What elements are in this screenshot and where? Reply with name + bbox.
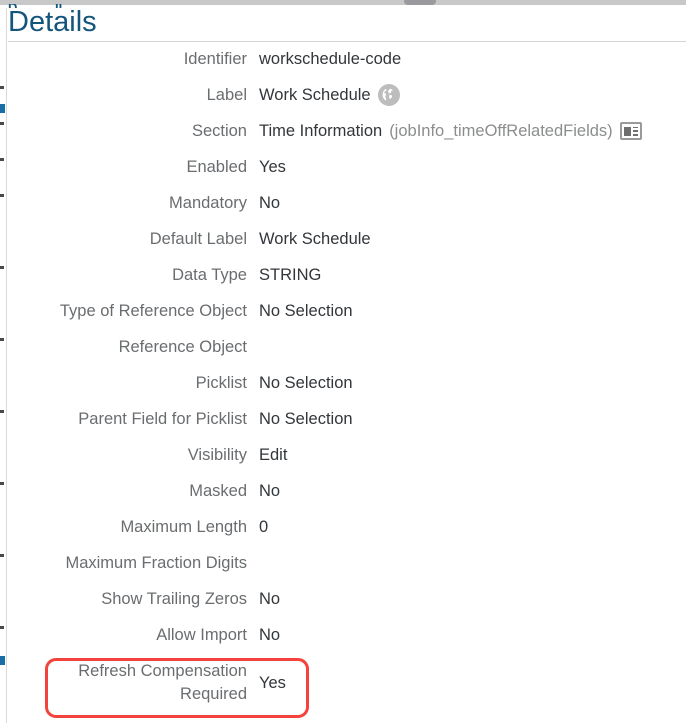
detail-row-value-text: STRING [259, 266, 322, 284]
detail-row: Identifier workschedule-code [8, 42, 686, 78]
detail-row-label: Data Type [172, 266, 247, 284]
detail-row-label: Label [206, 86, 247, 104]
detail-row-label: Enabled [186, 158, 247, 176]
detail-row-value-text: No [259, 626, 281, 644]
detail-row-value-text: Edit [259, 446, 288, 464]
detail-row-value: No Selection [259, 402, 686, 430]
detail-row-label: Default Label [149, 230, 247, 248]
detail-row-value [259, 546, 686, 552]
detail-row: Allow Import No [8, 618, 686, 654]
detail-row-value: STRING [259, 258, 686, 286]
rail-tick [0, 482, 4, 485]
detail-row-label: Section [191, 122, 247, 140]
detail-row-value-text: No Selection [259, 374, 353, 392]
detail-row-value-text: No Selection [259, 410, 353, 428]
rail-selection-accent [0, 104, 5, 113]
rail-selection-accent [0, 656, 5, 665]
detail-row-value: Time Information (jobInfo_timeOffRelatedF… [259, 114, 686, 142]
detail-row: Reference Object [8, 330, 686, 366]
detail-row: Section Time Information (jobInfo_timeOffR… [8, 114, 686, 150]
detail-row: Type of Reference Object No Selection [8, 294, 686, 330]
detail-row-value: Yes [259, 150, 686, 178]
detail-row-value: No [259, 474, 686, 502]
detail-row-value: Yes [259, 672, 686, 694]
rail-tick [0, 266, 4, 269]
page-title: Details [8, 6, 97, 38]
detail-row-label: Type of Reference Object [59, 302, 247, 320]
detail-row-label: Masked [189, 482, 247, 500]
detail-row-value-text: No [259, 482, 281, 500]
detail-row: Maximum Length 0 [8, 510, 686, 546]
detail-row-label: Identifier [183, 50, 247, 68]
rail-tick [0, 410, 4, 413]
detail-row: Data Type STRING [8, 258, 686, 294]
detail-row: Maximum Fraction Digits [8, 546, 686, 582]
detail-row-value: No [259, 582, 686, 610]
clipped-tree-rail [0, 8, 8, 723]
detail-row-value-text: No Selection [259, 302, 353, 320]
detail-row-label: Picklist [195, 374, 247, 392]
rail-tick [0, 122, 4, 125]
detail-view-icon[interactable] [619, 122, 642, 140]
detail-row: Show Trailing Zeros No [8, 582, 686, 618]
detail-view-icon-block [623, 126, 631, 136]
detail-row-value-text: Work Schedule [259, 230, 371, 248]
detail-row: Enabled Yes [8, 150, 686, 186]
detail-row-value: workschedule-code [259, 42, 686, 70]
rail-divider [6, 8, 7, 723]
detail-row-value: 0 [259, 510, 686, 538]
detail-row-value-text: Work Schedule [259, 86, 371, 104]
detail-row-value-text: Time Information [259, 122, 383, 140]
detail-row: Picklist No Selection [8, 366, 686, 402]
detail-row-value [259, 330, 686, 336]
detail-row-value: No Selection [259, 294, 686, 322]
detail-row: Default Label Work Schedule [8, 222, 686, 258]
detail-row-label: Maximum Length [120, 518, 247, 536]
detail-row-label: Reference Object [118, 338, 247, 356]
rail-tick [0, 194, 4, 197]
detail-row: Masked No [8, 474, 686, 510]
detail-view-icon-lines [632, 126, 638, 136]
detail-row-label: Parent Field for Picklist [78, 410, 247, 428]
detail-row-value: No Selection [259, 366, 686, 394]
rail-tick [0, 338, 4, 341]
detail-row: Visibility Edit [8, 438, 686, 474]
detail-row-value-text: Yes [259, 158, 286, 176]
detail-row: Label Work Schedule [8, 78, 686, 114]
detail-row-label: Allow Import [156, 626, 247, 644]
detail-row-value: Work Schedule [259, 78, 686, 106]
detail-row-value: No [259, 186, 686, 214]
detail-row: Mandatory No [8, 186, 686, 222]
detail-row-value-suffix: (jobInfo_timeOffRelatedFields) [389, 122, 613, 140]
detail-row-label: Visibility [187, 446, 247, 464]
detail-row-label: Mandatory [169, 194, 247, 212]
detail-row-value-text: No [259, 590, 281, 608]
detail-row-value-text: Yes [259, 674, 286, 692]
detail-row-value-text: workschedule-code [259, 50, 402, 68]
detail-row-label: Refresh Compensation Required [78, 662, 247, 703]
detail-row-value: Edit [259, 438, 686, 466]
detail-row-value-text: 0 [259, 518, 269, 536]
clipped-toolbar-gap [0, 5, 686, 8]
rail-tick [0, 626, 4, 629]
detail-row: Refresh Compensation Required Yes [8, 654, 686, 712]
detail-row-label: Maximum Fraction Digits [65, 554, 247, 572]
detail-row-value: No [259, 618, 686, 646]
detail-row-label: Show Trailing Zeros [101, 590, 247, 608]
rail-tick [0, 554, 4, 557]
detail-row-value-text: No [259, 194, 281, 212]
globe-icon [377, 84, 400, 106]
details-field-list: Identifier workschedule-code Label Work Sch… [8, 42, 686, 712]
detail-row: Parent Field for Picklist No Selection [8, 402, 686, 438]
rail-tick [0, 86, 4, 89]
detail-row-value: Work Schedule [259, 222, 686, 250]
rail-tick [0, 158, 4, 161]
